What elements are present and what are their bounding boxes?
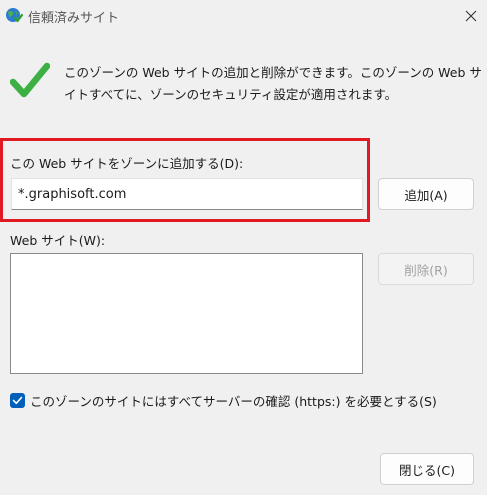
add-site-label: この Web サイトをゾーンに追加する(D): (10, 156, 244, 171)
title-bar: 信頼済みサイト (0, 0, 487, 31)
add-button[interactable]: 追加(A) (378, 178, 474, 210)
check-mark-icon (12, 396, 23, 405)
globe-check-icon (6, 8, 23, 23)
window-title: 信頼済みサイト (28, 11, 120, 26)
close-icon (465, 10, 477, 21)
site-url-input[interactable] (11, 178, 363, 210)
require-https-label: このゾーンのサイトにはすべてサーバーの確認 (https:) を必要とする(S) (30, 394, 437, 409)
sites-list[interactable] (10, 253, 363, 374)
close-button[interactable] (455, 0, 487, 31)
require-https-option[interactable]: このゾーンのサイトにはすべてサーバーの確認 (https:) を必要とする(S) (10, 391, 437, 410)
close-dialog-button[interactable]: 閉じる(C) (380, 453, 474, 485)
sites-list-label: Web サイト(W): (10, 233, 106, 248)
require-https-checkbox[interactable] (10, 393, 25, 408)
info-description: このゾーンの Web サイトの追加と削除ができます。このゾーンの Web サイト… (64, 65, 482, 102)
remove-button[interactable]: 削除(R) (378, 253, 474, 285)
checkmark-icon (10, 62, 50, 98)
